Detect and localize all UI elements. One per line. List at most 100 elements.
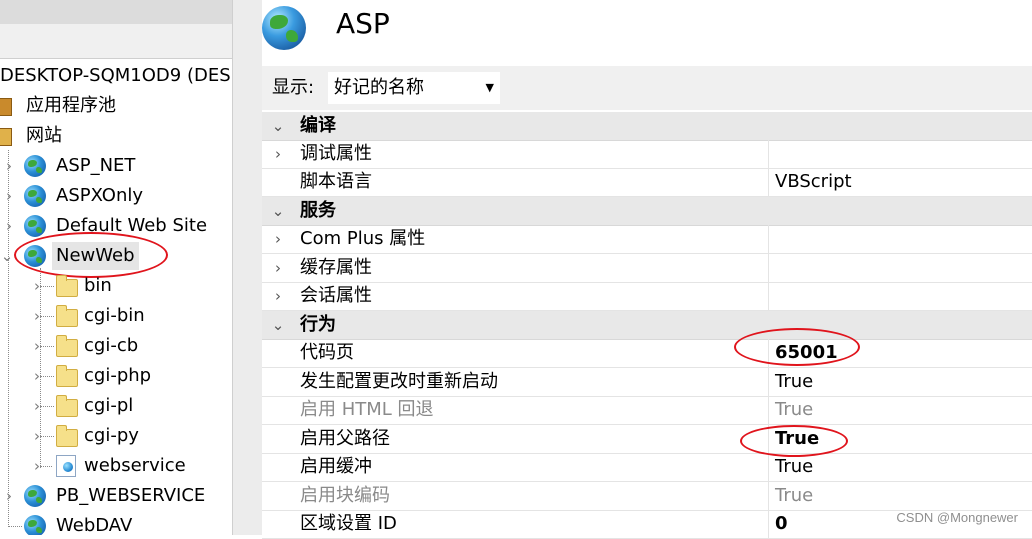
chevron-down-icon[interactable]: ⌄ (268, 197, 288, 225)
globe-icon (24, 515, 46, 535)
chevron-right-icon[interactable]: › (268, 225, 288, 253)
globe-icon (24, 215, 46, 237)
folder-label: cgi-cb (84, 335, 139, 356)
section-row-compile[interactable]: ⌄ 编译 (262, 112, 1032, 141)
property-row-session[interactable]: › 会话属性 (262, 282, 1032, 311)
folder-label: cgi-php (84, 365, 152, 386)
property-value-cell[interactable]: True (768, 368, 1032, 396)
property-value: VBScript (775, 171, 852, 192)
property-name: 区域设置 ID (300, 513, 397, 534)
property-row-html-fallback[interactable]: 启用 HTML 回退 True (262, 396, 1032, 425)
tree-toolbar (0, 0, 232, 24)
property-row-restart-on-config-change[interactable]: 发生配置更改时重新启动 True (262, 368, 1032, 397)
pane-splitter[interactable] (232, 0, 263, 535)
folder-label: cgi-bin (84, 305, 145, 326)
property-value-cell[interactable] (768, 282, 1032, 310)
property-name: 脚本语言 (300, 171, 372, 192)
property-name: 会话属性 (300, 285, 372, 306)
chevron-right-icon[interactable]: › (2, 482, 16, 510)
tree-guide-line (8, 526, 22, 527)
tree-guide-line (40, 316, 54, 317)
chevron-right-icon[interactable]: › (268, 140, 288, 168)
property-value: 0 (775, 513, 788, 534)
property-value: True (775, 371, 814, 392)
page-title: ASP (336, 7, 390, 40)
folder-icon (56, 275, 78, 297)
property-value-cell[interactable]: True (768, 453, 1032, 481)
property-value: True (775, 456, 814, 477)
display-mode-select[interactable]: 好记的名称 ▼ (328, 72, 500, 104)
chevron-down-icon[interactable]: ⌄ (268, 112, 288, 140)
tree-guide-line (40, 436, 54, 437)
property-name: 调试属性 (300, 143, 372, 164)
web-application-icon (56, 455, 76, 477)
chevron-right-icon[interactable]: › (2, 152, 16, 180)
site-label: ASPXOnly (56, 185, 144, 206)
property-row-code-page[interactable]: 代码页 65001 (262, 339, 1032, 368)
chevron-down-icon[interactable]: ⌄ (0, 242, 14, 270)
property-name: 启用 HTML 回退 (300, 399, 434, 420)
property-row-debug[interactable]: › 调试属性 (262, 140, 1032, 169)
folder-label: cgi-py (84, 425, 139, 446)
folder-icon (56, 365, 78, 387)
app-pool-icon (0, 98, 12, 116)
highlight-circle-code-page (734, 328, 860, 366)
globe-icon (24, 155, 46, 177)
property-name: 启用块编码 (300, 485, 390, 506)
show-label: 显示: (272, 77, 315, 98)
tree-toolbar-strip (0, 24, 232, 59)
property-row-chunked-encoding[interactable]: 启用块编码 True (262, 482, 1032, 511)
site-label: WebDAV (56, 515, 133, 535)
chevron-right-icon[interactable]: › (268, 254, 288, 282)
property-name: Com Plus 属性 (300, 228, 426, 249)
watermark: CSDN @Mongnewer (896, 510, 1018, 525)
folder-label: bin (84, 275, 112, 296)
chevron-right-icon[interactable]: › (268, 282, 288, 310)
connections-tree: DESKTOP-SQM1OD9 (DESI 应用程序池 网站 › ASP_NET… (0, 0, 232, 535)
server-label: DESKTOP-SQM1OD9 (DESI (0, 65, 232, 86)
property-name: 代码页 (300, 342, 354, 363)
tree-guide-line (40, 466, 52, 467)
property-value-cell[interactable] (768, 225, 1032, 253)
property-name: 启用缓冲 (300, 456, 372, 477)
property-value-cell[interactable] (768, 254, 1032, 282)
chevron-right-icon[interactable]: › (2, 182, 16, 210)
globe-icon (262, 6, 306, 50)
property-value-cell[interactable]: VBScript (768, 168, 1032, 196)
chevron-down-icon[interactable]: ⌄ (268, 311, 288, 339)
chevron-right-icon[interactable]: › (2, 212, 16, 240)
property-name: 缓存属性 (300, 257, 372, 278)
property-value-cell[interactable]: True (768, 396, 1032, 424)
highlight-circle-parent-paths (740, 425, 848, 457)
sites-label: 网站 (26, 125, 62, 146)
property-value-cell[interactable]: True (768, 482, 1032, 510)
section-row-services[interactable]: ⌄ 服务 (262, 197, 1032, 226)
globe-icon (24, 485, 46, 507)
section-name: 行为 (300, 314, 336, 335)
property-value-cell[interactable] (768, 140, 1032, 168)
tree-guide-line (40, 376, 54, 377)
globe-icon (24, 185, 46, 207)
app-pools-label: 应用程序池 (26, 95, 116, 116)
sites-icon (0, 128, 12, 146)
dropdown-arrow-icon: ▼ (485, 81, 494, 94)
section-row-behavior[interactable]: ⌄ 行为 (262, 311, 1032, 340)
tree-guide-line (40, 346, 54, 347)
folder-label: cgi-pl (84, 395, 134, 416)
display-mode-value: 好记的名称 (334, 77, 424, 98)
section-name: 服务 (300, 200, 336, 221)
property-row-script-language[interactable]: 脚本语言 VBScript (262, 168, 1032, 197)
site-label: ASP_NET (56, 155, 136, 176)
tree-guide-line (40, 406, 54, 407)
folder-icon (56, 335, 78, 357)
folder-icon (56, 305, 78, 327)
property-row-com-plus[interactable]: › Com Plus 属性 (262, 225, 1032, 254)
site-label: PB_WEBSERVICE (56, 485, 206, 506)
property-name: 发生配置更改时重新启动 (300, 371, 498, 392)
property-row-buffering[interactable]: 启用缓冲 True (262, 453, 1032, 482)
property-row-cache[interactable]: › 缓存属性 (262, 254, 1032, 283)
folder-label: webservice (84, 455, 186, 476)
folder-icon (56, 395, 78, 417)
property-row-parent-paths[interactable]: 启用父路径 True (262, 425, 1032, 454)
folder-icon (56, 425, 78, 447)
